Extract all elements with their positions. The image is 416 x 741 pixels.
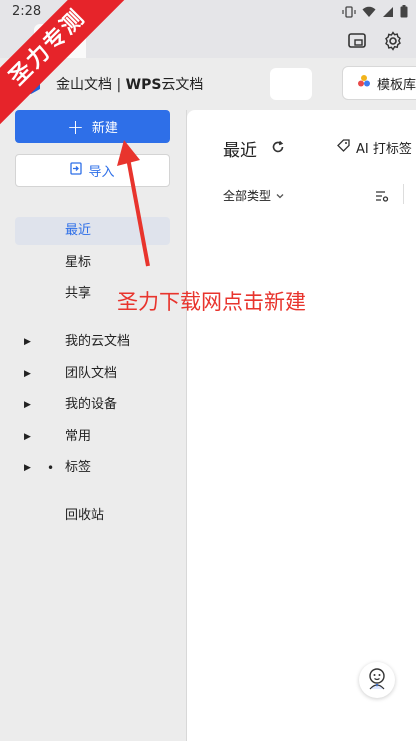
sidebar-item-recycle-bin[interactable]: 回收站 xyxy=(15,502,170,530)
expand-arrow-icon[interactable]: ▶ xyxy=(24,328,31,356)
sidebar-item-label: 标签 xyxy=(65,460,92,475)
assistant-button[interactable] xyxy=(359,662,395,698)
chevron-down-icon xyxy=(275,189,285,203)
cast-icon[interactable] xyxy=(346,30,368,52)
file-type-filter[interactable]: 全部类型 xyxy=(223,187,285,204)
app-title-prefix: 金山文档 | xyxy=(56,77,126,93)
ai-tag-button[interactable]: AI 打标签 xyxy=(337,138,412,157)
annotation-text: 圣力下载网点击新建 xyxy=(117,290,306,314)
tag-icon xyxy=(337,139,350,156)
signal-icon xyxy=(382,3,394,22)
expand-arrow-icon[interactable]: ▶ xyxy=(24,391,31,419)
main-panel: 最近 AI 打标签 全部类型 xyxy=(187,110,416,741)
sidebar-item-label: 我的云文档 xyxy=(65,334,131,349)
template-icon xyxy=(357,74,371,92)
app-title-suffix: 云文档 xyxy=(161,77,204,93)
template-library-label: 模板库 xyxy=(377,77,416,93)
filter-settings-icon[interactable] xyxy=(375,188,389,202)
battery-icon xyxy=(400,3,408,22)
app-title: 金山文档 | WPS云文档 xyxy=(56,74,203,94)
vibrate-icon xyxy=(342,3,356,22)
template-library-button[interactable]: 模板库 xyxy=(342,66,416,100)
sidebar-item-my-cloud-docs[interactable]: ▶ 我的云文档 xyxy=(0,328,186,356)
app-header: 金山文档 | WPS云文档 模板库 xyxy=(0,58,416,110)
annotation-arrow-icon xyxy=(117,140,150,267)
sidebar-item-label: 团队文档 xyxy=(65,366,118,381)
ai-tag-label: AI 打标签 xyxy=(356,142,412,157)
header-blank-button[interactable] xyxy=(270,68,312,100)
status-icons xyxy=(342,3,408,22)
sidebar-item-my-devices[interactable]: ▶ 我的设备 xyxy=(0,391,186,419)
sidebar-item-label: 常用 xyxy=(65,429,92,444)
sidebar-item-label: 我的设备 xyxy=(65,397,118,412)
expand-arrow-icon[interactable]: ▶ xyxy=(24,454,31,482)
sidebar-item-team-docs[interactable]: ▶ 团队文档 xyxy=(0,360,186,388)
assistant-avatar-icon xyxy=(364,665,390,695)
refresh-icon[interactable] xyxy=(271,139,285,153)
toolbar-divider xyxy=(403,184,404,204)
plus-icon: + xyxy=(67,114,84,139)
file-type-filter-label: 全部类型 xyxy=(223,189,272,203)
app-title-bold: WPS xyxy=(125,77,162,93)
new-button-label: 新建 xyxy=(91,121,118,136)
wifi-icon xyxy=(362,3,376,22)
status-time: 2:28 xyxy=(12,4,42,19)
bullet-icon: • xyxy=(47,461,55,475)
settings-gear-icon[interactable] xyxy=(382,30,404,52)
import-icon xyxy=(70,162,83,179)
sidebar-item-frequent[interactable]: ▶ 常用 xyxy=(0,423,186,451)
expand-arrow-icon[interactable]: ▶ xyxy=(24,423,31,451)
expand-arrow-icon[interactable]: ▶ xyxy=(24,360,31,388)
page-title: 最近 xyxy=(223,141,257,161)
new-button[interactable]: + 新建 xyxy=(15,110,170,143)
sidebar-item-tags[interactable]: ▶ • 标签 xyxy=(0,454,186,482)
